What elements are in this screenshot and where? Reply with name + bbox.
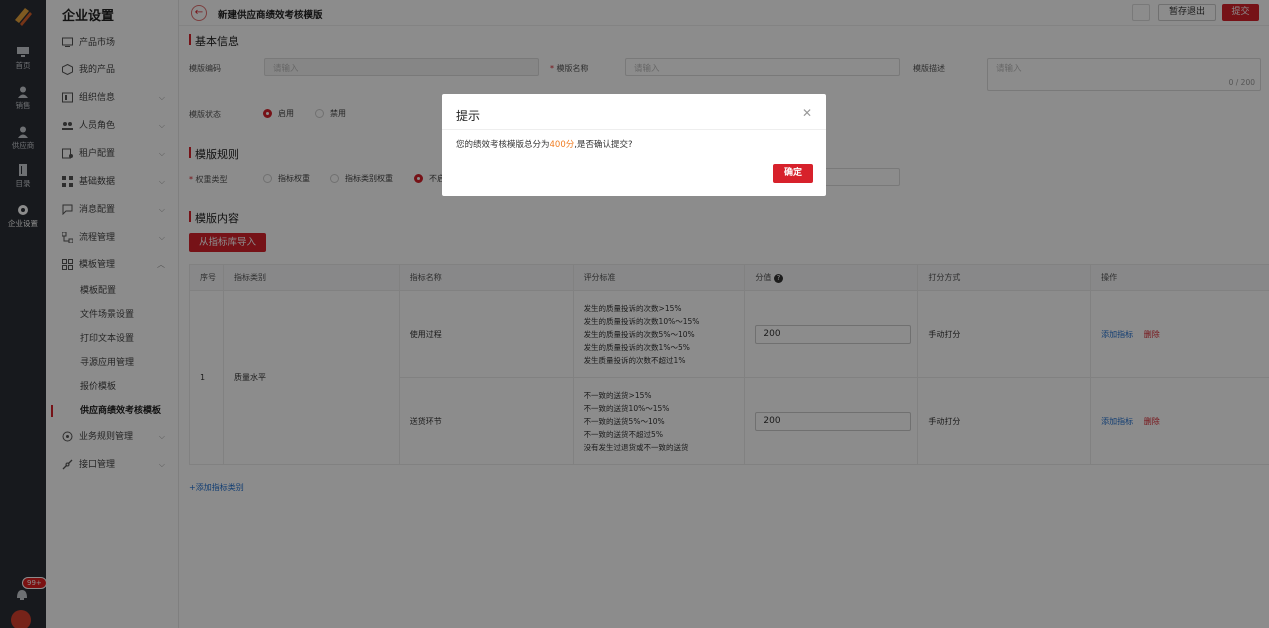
dialog-title: 提示 <box>456 109 481 123</box>
confirm-button[interactable]: 确定 <box>773 164 813 183</box>
dialog-message-prefix: 您的绩效考核模版总分为 <box>456 140 550 150</box>
confirm-dialog: 提示 ✕ 您的绩效考核模版总分为400分,是否确认提交? 确定 <box>442 94 826 196</box>
total-score-highlight: 400分 <box>549 140 575 150</box>
dialog-message: 您的绩效考核模版总分为400分,是否确认提交? <box>456 138 632 150</box>
dialog-divider <box>442 129 826 130</box>
close-icon[interactable]: ✕ <box>802 106 812 120</box>
dialog-message-suffix: ,是否确认提交? <box>574 140 633 150</box>
